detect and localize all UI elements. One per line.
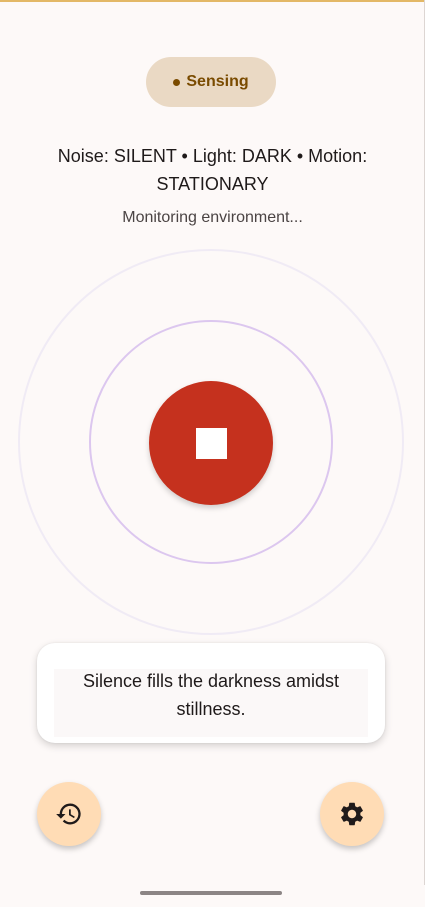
stop-sensing-button[interactable] bbox=[149, 381, 273, 505]
monitoring-status-text: Monitoring environment... bbox=[122, 209, 303, 226]
status-pill: Sensing bbox=[146, 57, 276, 107]
app-screen: Sensing Noise: SILENT • Light: DARK • Mo… bbox=[0, 0, 425, 907]
environment-readout: Noise: SILENT • Light: DARK • Motion: ST… bbox=[57, 146, 368, 194]
caption-card: Silence fills the darkness amidst stilln… bbox=[37, 643, 385, 743]
home-gesture-handle[interactable] bbox=[140, 891, 282, 895]
system-navigation-bar bbox=[0, 885, 425, 907]
history-button[interactable] bbox=[37, 782, 101, 846]
top-accent-line bbox=[0, 0, 425, 2]
stop-icon bbox=[195, 427, 227, 459]
settings-button[interactable] bbox=[320, 782, 384, 846]
history-icon bbox=[56, 803, 81, 825]
status-dot-icon bbox=[173, 78, 181, 86]
caption-text: Silence fills the darkness amidst stilln… bbox=[82, 671, 340, 719]
gear-icon bbox=[341, 802, 363, 826]
status-label: Sensing bbox=[186, 73, 249, 90]
